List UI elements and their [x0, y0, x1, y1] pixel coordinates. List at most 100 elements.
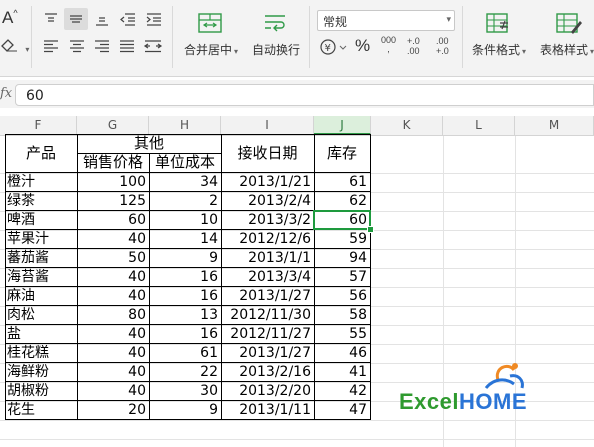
column-header-i[interactable]: I [221, 116, 314, 135]
cell-product[interactable]: 桂花糕 [7, 344, 49, 363]
cell-stock[interactable]: 94 [315, 249, 367, 268]
cell-product[interactable]: 海鲜粉 [7, 363, 49, 382]
cell-product[interactable]: 绿茶 [7, 192, 35, 211]
header-stock[interactable]: 库存 [314, 144, 370, 163]
cell-product[interactable]: 橙汁 [7, 173, 35, 192]
cell-date[interactable]: 2012/11/27 [222, 325, 311, 344]
wrap-text-icon[interactable] [262, 12, 288, 39]
align-top-icon[interactable] [42, 11, 60, 32]
percent-button[interactable]: % [355, 36, 370, 56]
column-header-k[interactable]: K [371, 116, 443, 135]
column-header-l[interactable]: L [443, 116, 515, 135]
cell-cost[interactable]: 16 [150, 268, 218, 287]
align-left-icon[interactable] [42, 38, 60, 59]
cell-stock[interactable]: 42 [315, 382, 367, 401]
cell-cost[interactable]: 16 [150, 325, 218, 344]
cell-price[interactable]: 40 [78, 363, 146, 382]
cell-price[interactable]: 60 [78, 211, 146, 230]
cell-product[interactable]: 盐 [7, 325, 21, 344]
currency-icon[interactable]: ¥ [320, 38, 350, 61]
cell-stock[interactable]: 58 [315, 306, 367, 325]
cell-price[interactable]: 20 [78, 401, 146, 420]
cell-product[interactable]: 胡椒粉 [7, 382, 49, 401]
cell-product[interactable]: 啤酒 [7, 211, 35, 230]
increase-decimal-button[interactable]: +.0 .00 [407, 36, 427, 56]
number-format-select[interactable]: 常规 ▾ [317, 10, 455, 31]
cell-stock[interactable]: 41 [315, 363, 367, 382]
cell-price[interactable]: 50 [78, 249, 146, 268]
cell-cost[interactable]: 22 [150, 363, 218, 382]
cell-date[interactable]: 2013/2/4 [222, 192, 311, 211]
cell-product[interactable]: 花生 [7, 401, 35, 420]
column-header-j[interactable]: J [314, 116, 371, 135]
cell-date[interactable]: 2013/1/21 [222, 173, 311, 192]
cell-date[interactable]: 2013/1/27 [222, 287, 311, 306]
cell-product[interactable]: 海苔酱 [7, 268, 49, 287]
cell-cost[interactable]: 34 [150, 173, 218, 192]
fx-icon[interactable]: fx [0, 86, 12, 101]
cell-price[interactable]: 40 [78, 344, 146, 363]
column-header-f[interactable]: F [0, 116, 77, 135]
cell-product[interactable]: 苹果汁 [7, 230, 49, 249]
formula-value[interactable]: 60 [26, 88, 44, 104]
cell-price[interactable]: 40 [78, 287, 146, 306]
justify-icon[interactable] [118, 38, 136, 59]
cell-stock[interactable]: 46 [315, 344, 367, 363]
cell-price[interactable]: 40 [78, 230, 146, 249]
cell-price[interactable]: 40 [78, 268, 146, 287]
cell-date[interactable]: 2013/2/16 [222, 363, 311, 382]
cell-cost[interactable]: 16 [150, 287, 218, 306]
cell-stock[interactable]: 62 [315, 192, 367, 211]
cell-product[interactable]: 蕃茄酱 [7, 249, 49, 268]
cell-date[interactable]: 2013/2/20 [222, 382, 311, 401]
cell-price[interactable]: 80 [78, 306, 146, 325]
cell-stock[interactable]: 47 [315, 401, 367, 420]
cell-price[interactable]: 125 [78, 192, 146, 211]
merge-center-icon[interactable] [197, 12, 223, 39]
thousands-separator-button[interactable]: 000, [381, 36, 396, 54]
cell-date[interactable]: 2013/3/4 [222, 268, 311, 287]
cell-date[interactable]: 2013/1/11 [222, 401, 311, 420]
table-style-button[interactable]: 表格样式 ▾ [540, 41, 594, 58]
header-sale-price[interactable]: 销售价格 [77, 153, 149, 172]
align-middle-icon[interactable] [64, 8, 88, 30]
cell-cost[interactable]: 61 [150, 344, 218, 363]
align-center-icon[interactable] [68, 38, 86, 59]
cell-cost[interactable]: 9 [150, 401, 218, 420]
cell-stock[interactable]: 56 [315, 287, 367, 306]
cell-cost[interactable]: 30 [150, 382, 218, 401]
cell-cost[interactable]: 2 [150, 192, 218, 211]
distributed-align-icon[interactable] [143, 38, 163, 59]
cell-date[interactable]: 2012/11/30 [222, 306, 311, 325]
column-header-m[interactable]: M [515, 116, 594, 135]
decrease-indent-icon[interactable] [119, 11, 137, 32]
cell-stock[interactable]: 59 [315, 230, 367, 249]
header-receive-date[interactable]: 接收日期 [221, 144, 314, 163]
font-size-increase-icon[interactable]: A^ [2, 8, 18, 28]
cell-product[interactable]: 麻油 [7, 287, 35, 306]
align-right-icon[interactable] [93, 38, 111, 59]
table-style-icon[interactable] [555, 12, 583, 39]
increase-indent-icon[interactable] [145, 11, 163, 32]
cell-stock[interactable]: 61 [315, 173, 367, 192]
cell-cost[interactable]: 14 [150, 230, 218, 249]
cell-stock[interactable]: 57 [315, 268, 367, 287]
cell-cost[interactable]: 9 [150, 249, 218, 268]
fill-handle[interactable] [367, 226, 374, 233]
cell-price[interactable]: 100 [78, 173, 146, 192]
column-header-g[interactable]: G [77, 116, 149, 135]
header-other[interactable]: 其他 [77, 134, 221, 153]
cell-date[interactable]: 2013/3/2 [222, 211, 311, 230]
align-bottom-icon[interactable] [93, 11, 111, 32]
clear-format-icon[interactable]: ▾ [0, 36, 29, 55]
conditional-format-button[interactable]: 条件格式 ▾ [472, 41, 526, 58]
cell-date[interactable]: 2012/12/6 [222, 230, 311, 249]
cell-price[interactable]: 40 [78, 382, 146, 401]
header-unit-cost[interactable]: 单位成本 [149, 153, 221, 172]
conditional-format-icon[interactable] [485, 12, 511, 39]
cell-date[interactable]: 2013/1/1 [222, 249, 311, 268]
column-header-h[interactable]: H [149, 116, 221, 135]
wrap-text-button[interactable]: 自动换行 [252, 41, 300, 58]
cell-cost[interactable]: 10 [150, 211, 218, 230]
cell-price[interactable]: 40 [78, 325, 146, 344]
